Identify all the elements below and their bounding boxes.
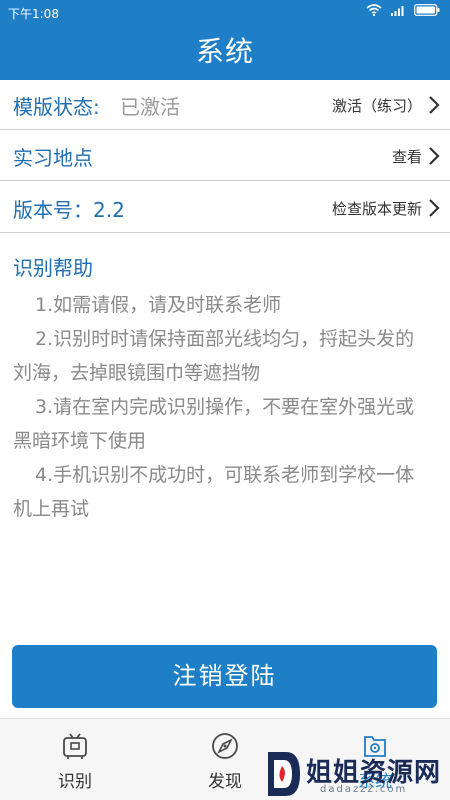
watermark-logo-icon	[268, 752, 300, 796]
status-icons	[366, 4, 440, 16]
version-row[interactable]: 版本号：2.2 检查版本更新	[0, 183, 450, 233]
chevron-right-icon	[429, 199, 440, 217]
version-label: 版本号：2.2	[13, 198, 125, 222]
status-bar: 下午1:08	[0, 0, 450, 24]
compass-icon	[212, 733, 238, 759]
template-status-value: 已激活	[120, 95, 180, 119]
help-item: 3.请在室内完成识别操作，不要在室外强光或黑暗环境下使用	[13, 396, 415, 452]
help-item: 4.手机识别不成功时，可联系老师到学校一体机上再试	[13, 464, 415, 520]
internship-location-label: 实习地点	[13, 146, 93, 170]
watermark: 姐姐资源网 dadazzz.com	[262, 748, 450, 800]
nav-item-recognize[interactable]: 识别	[0, 719, 150, 800]
title-bar: 系统	[0, 24, 450, 80]
signal-icon	[391, 6, 404, 16]
logout-button[interactable]: 注销登陆	[12, 645, 437, 708]
activate-practice-link[interactable]: 激活（练习）	[332, 95, 422, 116]
chevron-right-icon	[429, 147, 440, 165]
check-update-link[interactable]: 检查版本更新	[332, 198, 422, 219]
watermark-subtext: dadazzz.com	[320, 784, 408, 795]
template-status-row[interactable]: 模版状态: 已激活 激活（练习）	[0, 80, 450, 130]
nav-label-recognize: 识别	[58, 772, 92, 792]
help-item: 1.如需请假，请及时联系老师	[35, 294, 282, 316]
system-screen: 下午1:08 系统 模版状态: 已激活 激活（练习） 实习地点 查看 版本号：2…	[0, 0, 450, 800]
battery-icon	[414, 4, 440, 16]
help-list: 1.如需请假，请及时联系老师 2.识别时时请保持面部光线均匀，捋起头发的刘海，去…	[13, 288, 433, 526]
page-title: 系统	[195, 35, 254, 68]
template-status-label: 模版状态:	[13, 95, 100, 119]
help-item: 2.识别时时请保持面部光线均匀，捋起头发的刘海，去掉眼镜围巾等遮挡物	[13, 328, 415, 384]
wifi-icon	[366, 4, 382, 16]
status-time: 下午1:08	[8, 7, 59, 21]
tv-icon	[63, 733, 87, 759]
chevron-right-icon	[429, 96, 440, 114]
view-location-link[interactable]: 查看	[392, 146, 422, 167]
internship-location-row[interactable]: 实习地点 查看	[0, 131, 450, 181]
help-title: 识别帮助	[13, 256, 93, 280]
